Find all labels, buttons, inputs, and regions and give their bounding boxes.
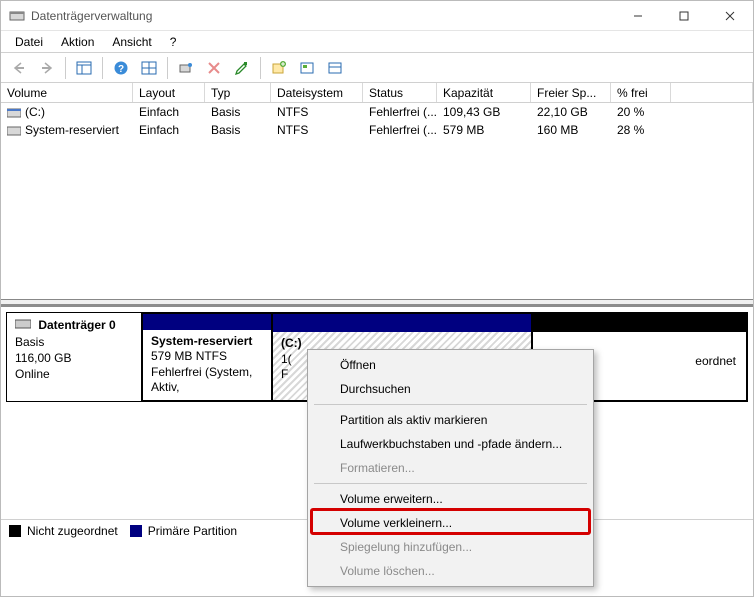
disk-name: Datenträger 0 <box>38 318 115 332</box>
col-header-free[interactable]: Freier Sp... <box>531 83 611 102</box>
toolbar-separator <box>260 57 261 79</box>
legend-swatch-unallocated <box>9 525 21 537</box>
graphical-disk-pane: Datenträger 0 Basis 116,00 GB Online Sys… <box>1 304 753 519</box>
disk-management-window: Datenträgerverwaltung Datei Aktion Ansic… <box>0 0 754 597</box>
col-header-layout[interactable]: Layout <box>133 83 205 102</box>
cell-status: Fehlerfrei (... <box>363 123 437 137</box>
volume-table-body[interactable]: (C:) Einfach Basis NTFS Fehlerfrei (... … <box>1 103 753 300</box>
maximize-button[interactable] <box>661 1 707 30</box>
cell-status: Fehlerfrei (... <box>363 105 437 119</box>
disk-type: Basis <box>15 335 44 349</box>
toolbar-separator <box>65 57 66 79</box>
minimize-button[interactable] <box>615 1 661 30</box>
format-button[interactable] <box>295 56 319 80</box>
cell-pct: 20 % <box>611 105 671 119</box>
ctx-shrink-volume[interactable]: Volume verkleinern... <box>310 511 591 535</box>
help-button[interactable]: ? <box>109 56 133 80</box>
window-controls <box>615 1 753 30</box>
cell-fs: NTFS <box>271 105 363 119</box>
ctx-extend-volume[interactable]: Volume erweitern... <box>310 487 591 511</box>
partition-size: 579 MB NTFS <box>151 349 227 363</box>
partition-bar <box>273 314 531 332</box>
partition-size: 1( <box>281 352 292 366</box>
ctx-change-letter[interactable]: Laufwerkbuchstaben und -pfade ändern... <box>310 432 591 456</box>
toolbar-separator <box>102 57 103 79</box>
disk-size: 116,00 GB <box>15 351 71 365</box>
cell-fs: NTFS <box>271 123 363 137</box>
ctx-open[interactable]: Öffnen <box>310 353 591 377</box>
volume-icon <box>7 125 21 135</box>
forward-button[interactable] <box>35 56 59 80</box>
partition-status: F <box>281 367 288 381</box>
titlebar: Datenträgerverwaltung <box>1 1 753 31</box>
new-partition-button[interactable] <box>267 56 291 80</box>
legend-label-primary: Primäre Partition <box>148 524 237 538</box>
layout-button[interactable] <box>137 56 161 80</box>
volume-table-header: Volume Layout Typ Dateisystem Status Kap… <box>1 83 753 103</box>
menubar: Datei Aktion Ansicht ? <box>1 31 753 53</box>
partition-title: (C:) <box>281 336 302 350</box>
cell-volume: System-reserviert <box>25 123 119 137</box>
back-button[interactable] <box>7 56 31 80</box>
svg-text:?: ? <box>118 64 124 75</box>
disk-icon <box>15 318 31 334</box>
ctx-delete-volume[interactable]: Volume löschen... <box>310 559 591 583</box>
ctx-format[interactable]: Formatieren... <box>310 456 591 480</box>
menu-item-file[interactable]: Datei <box>7 33 51 51</box>
settings-button[interactable] <box>174 56 198 80</box>
col-header-rest[interactable] <box>671 83 753 102</box>
window-title: Datenträgerverwaltung <box>31 9 152 23</box>
cell-free: 22,10 GB <box>531 105 611 119</box>
disk-row: Datenträger 0 Basis 116,00 GB Online Sys… <box>6 312 748 402</box>
col-header-percent[interactable]: % frei <box>611 83 671 102</box>
partition-bar <box>533 314 746 332</box>
col-header-status[interactable]: Status <box>363 83 437 102</box>
menu-item-help[interactable]: ? <box>162 33 185 51</box>
cell-pct: 28 % <box>611 123 671 137</box>
ctx-mark-active[interactable]: Partition als aktiv markieren <box>310 408 591 432</box>
cell-type: Basis <box>205 123 271 137</box>
col-header-type[interactable]: Typ <box>205 83 271 102</box>
cell-cap: 109,43 GB <box>437 105 531 119</box>
legend-label-unallocated: Nicht zugeordnet <box>27 524 118 538</box>
col-header-filesystem[interactable]: Dateisystem <box>271 83 363 102</box>
context-menu: Öffnen Durchsuchen Partition als aktiv m… <box>307 349 594 587</box>
cell-free: 160 MB <box>531 123 611 137</box>
show-hide-tree-button[interactable] <box>72 56 96 80</box>
volume-icon <box>7 107 21 117</box>
ctx-add-mirror[interactable]: Spiegelung hinzufügen... <box>310 535 591 559</box>
col-header-volume[interactable]: Volume <box>1 83 133 102</box>
ctx-browse[interactable]: Durchsuchen <box>310 377 591 401</box>
ctx-separator <box>314 483 587 484</box>
toolbar: ? <box>1 53 753 83</box>
cell-type: Basis <box>205 105 271 119</box>
properties-button[interactable] <box>230 56 254 80</box>
cell-cap: 579 MB <box>437 123 531 137</box>
disk-state: Online <box>15 367 50 381</box>
close-button[interactable] <box>707 1 753 30</box>
cell-layout: Einfach <box>133 123 205 137</box>
toolbar-separator <box>167 57 168 79</box>
partition-body: System-reserviert 579 MB NTFS Fehlerfrei… <box>143 330 271 400</box>
cell-layout: Einfach <box>133 105 205 119</box>
legend-swatch-primary <box>130 525 142 537</box>
app-icon <box>9 9 25 23</box>
partition-system-reserved[interactable]: System-reserviert 579 MB NTFS Fehlerfrei… <box>142 313 272 401</box>
partition-status: Fehlerfrei (System, Aktiv, <box>151 365 252 395</box>
disk-info-panel[interactable]: Datenträger 0 Basis 116,00 GB Online <box>7 313 142 401</box>
rescan-button[interactable] <box>323 56 347 80</box>
menu-item-view[interactable]: Ansicht <box>104 33 159 51</box>
menu-item-action[interactable]: Aktion <box>53 33 102 51</box>
ctx-separator <box>314 404 587 405</box>
col-header-capacity[interactable]: Kapazität <box>437 83 531 102</box>
cell-volume: (C:) <box>25 105 45 119</box>
partition-label: eordnet <box>695 354 736 368</box>
disk-partitions: System-reserviert 579 MB NTFS Fehlerfrei… <box>142 313 747 401</box>
delete-button[interactable] <box>202 56 226 80</box>
partition-title: System-reserviert <box>151 334 252 348</box>
volume-row[interactable]: (C:) Einfach Basis NTFS Fehlerfrei (... … <box>1 103 753 121</box>
volume-row[interactable]: System-reserviert Einfach Basis NTFS Feh… <box>1 121 753 139</box>
partition-bar <box>143 314 271 330</box>
